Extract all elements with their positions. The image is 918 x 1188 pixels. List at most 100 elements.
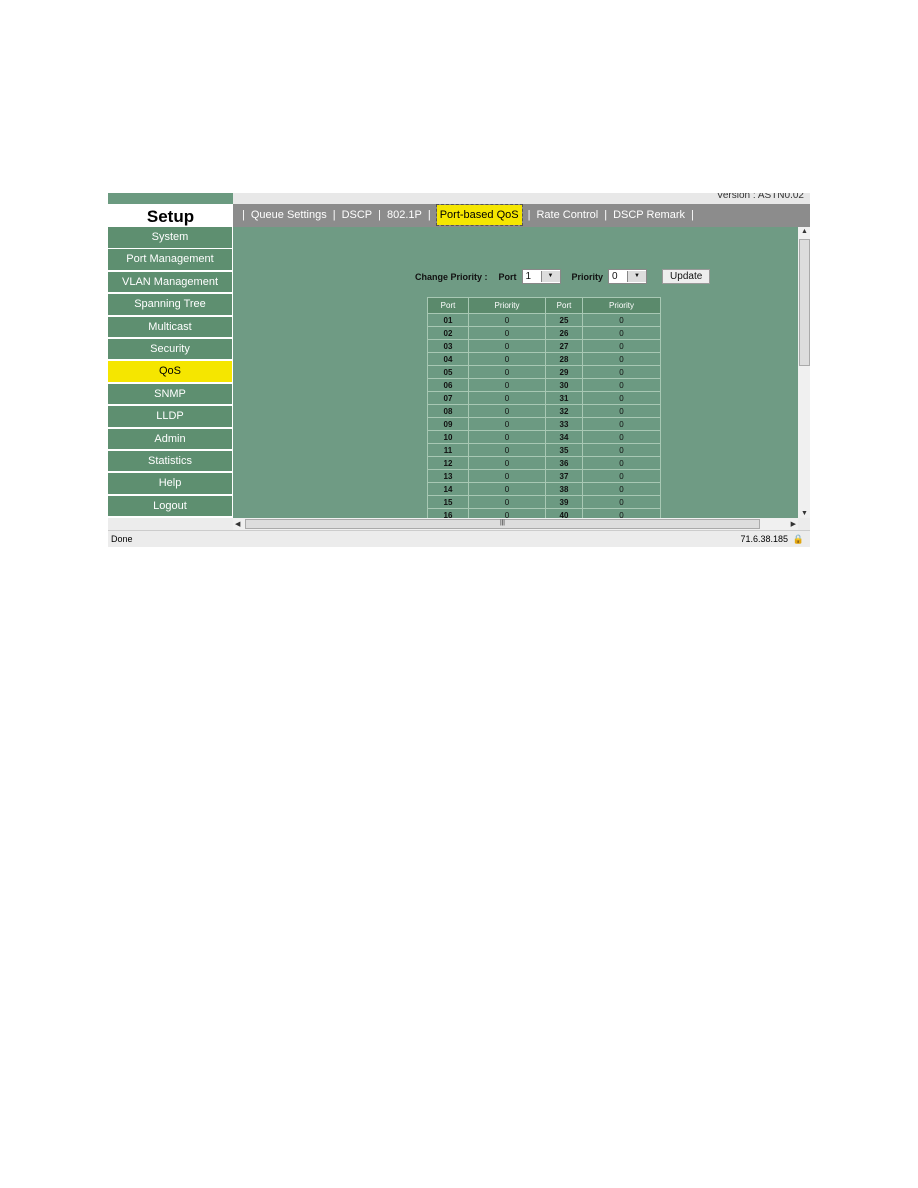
priority-cell: 0 — [582, 495, 661, 509]
sidebar-item-security[interactable]: Security — [108, 338, 232, 360]
port-cell: 37 — [545, 469, 583, 483]
priority-select[interactable]: 0 ▼ — [608, 269, 648, 284]
port-cell: 06 — [427, 378, 469, 392]
port-cell: 36 — [545, 456, 583, 470]
content-area: Change Priority : Port 1 ▼ Priority 0 ▼ Up… — [233, 227, 798, 522]
ip-address: 71.6.38.185 — [740, 534, 788, 544]
sidebar-item-qos[interactable]: QoS — [108, 361, 232, 382]
port-cell: 29 — [545, 365, 583, 379]
tab-queue-settings[interactable]: Queue Settings — [251, 209, 327, 221]
port-cell: 15 — [427, 495, 469, 509]
scroll-thumb[interactable]: ||| — [245, 519, 760, 529]
port-cell: 10 — [427, 430, 469, 444]
table-row: 11 0 35 0 — [427, 443, 661, 457]
version-label: Version : ASTN0.02 — [233, 193, 810, 204]
scroll-up-icon[interactable]: ▲ — [801, 228, 808, 235]
port-cell: 27 — [545, 339, 583, 353]
priority-cell: 0 — [582, 365, 661, 379]
port-cell: 14 — [427, 482, 469, 496]
port-cell: 33 — [545, 417, 583, 431]
sidebar-item-system[interactable]: System — [108, 227, 232, 248]
table-row: 05 0 29 0 — [427, 365, 661, 379]
priority-cell: 0 — [468, 443, 546, 457]
tab-rate-control[interactable]: Rate Control — [536, 209, 598, 221]
vertical-scrollbar[interactable]: ▲ ▼ — [798, 227, 810, 518]
priority-cell: 0 — [582, 378, 661, 392]
priority-cell: 0 — [468, 482, 546, 496]
priority-cell: 0 — [582, 404, 661, 418]
sidebar-item-multicast[interactable]: Multicast — [108, 316, 232, 338]
table-row: 12 0 36 0 — [427, 456, 661, 470]
priority-cell: 0 — [582, 443, 661, 457]
scroll-left-icon[interactable]: ◀ — [235, 520, 240, 528]
priority-cell: 0 — [582, 339, 661, 353]
table-row: 15 0 39 0 — [427, 495, 661, 509]
table-row: 14 0 38 0 — [427, 482, 661, 496]
port-cell: 07 — [427, 391, 469, 405]
sidebar-item-port-management[interactable]: Port Management — [108, 249, 232, 270]
port-priority-table: Port Priority Port Priority 01 0 25 0 02 0 26 0 03 0… — [427, 297, 661, 522]
priority-cell: 0 — [468, 313, 546, 327]
priority-cell: 0 — [468, 339, 546, 353]
table-row: 10 0 34 0 — [427, 430, 661, 444]
priority-cell: 0 — [468, 469, 546, 483]
column-header: Priority — [468, 297, 546, 314]
priority-cell: 0 — [468, 352, 546, 366]
table-row: 03 0 27 0 — [427, 339, 661, 353]
port-cell: 25 — [545, 313, 583, 327]
port-cell: 04 — [427, 352, 469, 366]
sidebar-item-logout[interactable]: Logout — [108, 495, 232, 517]
horizontal-scrollbar[interactable]: ◀ ||| ▶ — [233, 518, 798, 530]
sidebar-item-statistics[interactable]: Statistics — [108, 450, 232, 472]
port-cell: 12 — [427, 456, 469, 470]
sidebar-item-vlan-management[interactable]: VLAN Management — [108, 271, 232, 293]
port-cell: 30 — [545, 378, 583, 392]
sidebar-item-admin[interactable]: Admin — [108, 428, 232, 450]
sidebar-item-lldp[interactable]: LLDP — [108, 406, 232, 427]
port-cell: 01 — [427, 313, 469, 327]
port-cell: 03 — [427, 339, 469, 353]
status-text: Done — [111, 534, 133, 544]
priority-cell: 0 — [582, 430, 661, 444]
setup-title: Setup — [108, 204, 233, 227]
tab-dscp-remark[interactable]: DSCP Remark — [613, 209, 685, 221]
priority-cell: 0 — [468, 430, 546, 444]
table-row: 04 0 28 0 — [427, 352, 661, 366]
port-cell: 26 — [545, 326, 583, 340]
priority-cell: 0 — [468, 404, 546, 418]
port-select[interactable]: 1 ▼ — [521, 269, 561, 284]
priority-cell: 0 — [468, 391, 546, 405]
port-cell: 11 — [427, 443, 469, 457]
browser-window: Version : ASTN0.02 Setup | Queue Settings… — [108, 193, 810, 547]
priority-cell: 0 — [468, 495, 546, 509]
tab-bar: | Queue Settings | DSCP | 802.1P | Port-based Q… — [233, 204, 810, 227]
table-row: 02 0 26 0 — [427, 326, 661, 340]
sidebar-item-snmp[interactable]: SNMP — [108, 383, 232, 405]
table-row: 09 0 33 0 — [427, 417, 661, 431]
scroll-down-icon[interactable]: ▼ — [801, 510, 808, 517]
port-cell: 32 — [545, 404, 583, 418]
sidebar: System Port Management VLAN Management Span… — [108, 227, 233, 518]
lock-icon: 🔒 — [792, 534, 804, 544]
priority-cell: 0 — [468, 378, 546, 392]
port-cell: 38 — [545, 482, 583, 496]
port-cell: 31 — [545, 391, 583, 405]
priority-cell: 0 — [468, 456, 546, 470]
table-row: 06 0 30 0 — [427, 378, 661, 392]
update-button[interactable]: Update — [662, 269, 711, 284]
port-cell: 09 — [427, 417, 469, 431]
sidebar-item-help[interactable]: Help — [108, 473, 232, 494]
scroll-thumb[interactable] — [799, 239, 810, 366]
column-header: Port — [427, 297, 469, 314]
scroll-right-icon[interactable]: ▶ — [791, 520, 796, 528]
tab-port-based-qos[interactable]: Port-based QoS — [435, 204, 523, 226]
header-strip — [108, 193, 233, 204]
sidebar-item-spanning-tree[interactable]: Spanning Tree — [108, 294, 232, 315]
table-row: 13 0 37 0 — [427, 469, 661, 483]
tab-dscp[interactable]: DSCP — [342, 209, 373, 221]
tab-802-1p[interactable]: 802.1P — [387, 209, 422, 221]
priority-cell: 0 — [582, 352, 661, 366]
priority-cell: 0 — [582, 469, 661, 483]
priority-cell: 0 — [468, 417, 546, 431]
column-header: Priority — [582, 297, 661, 314]
